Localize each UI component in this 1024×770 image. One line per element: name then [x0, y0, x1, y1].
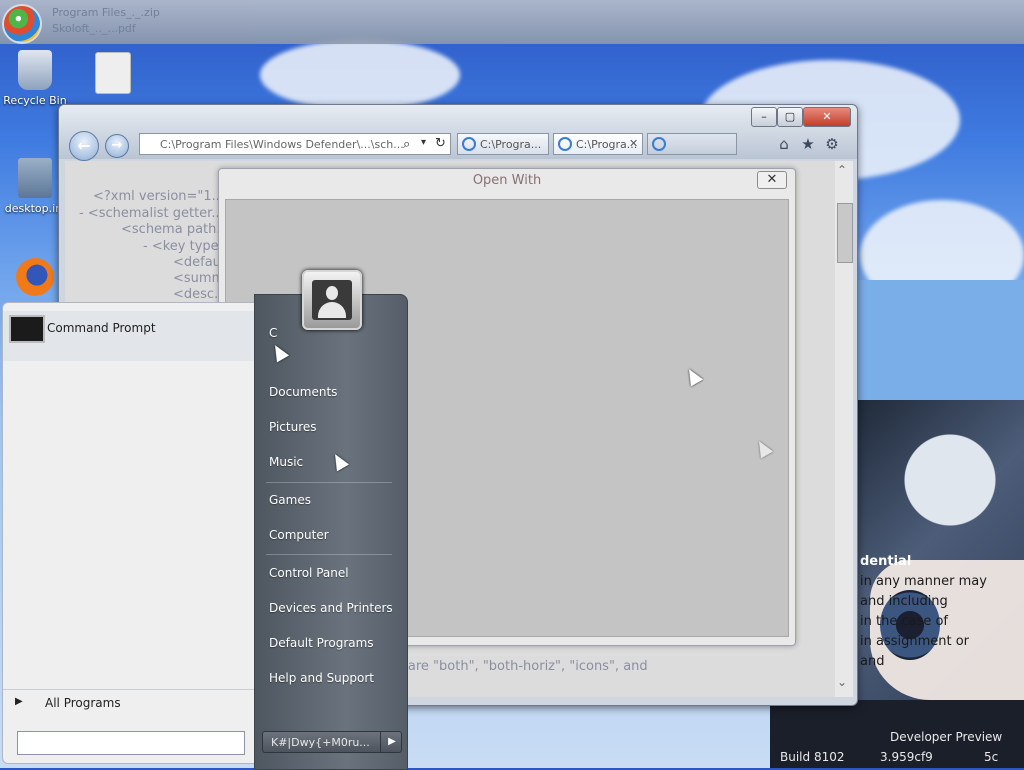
- close-button[interactable]: ✕: [803, 107, 851, 127]
- tab-label: C:\Progra...: [480, 138, 542, 151]
- maximize-button[interactable]: ▢: [777, 107, 803, 127]
- start-item-devices-printers[interactable]: Devices and Printers: [269, 601, 393, 615]
- recycle-bin-icon: [18, 50, 52, 90]
- xml-line: - <schemalist getter...: [79, 206, 224, 221]
- scrollbar-thumb[interactable]: [837, 203, 853, 263]
- taskbar-ghost: Program Files_._.zip Skoloft_.._...pdf: [0, 0, 1024, 44]
- user-icon-head: [326, 286, 338, 300]
- start-search-input[interactable]: [17, 731, 245, 755]
- start-item-command-prompt[interactable]: Command Prompt: [3, 311, 255, 361]
- start-item-documents[interactable]: Documents: [269, 385, 337, 399]
- ie-icon: [652, 137, 666, 151]
- chevron-down-icon[interactable]: ⌄: [837, 675, 847, 689]
- wallpaper-text-line: in any manner may: [860, 574, 987, 589]
- start-item-user[interactable]: C: [269, 326, 277, 340]
- arrow-right-icon: ▶: [15, 696, 23, 707]
- address-text: C:\Program Files\Windows Defender\...\sc…: [160, 138, 404, 151]
- user-icon-body: [318, 302, 346, 318]
- arrow-right-icon: →: [111, 138, 123, 153]
- desktop-icon-file[interactable]: [78, 52, 148, 98]
- dialog-close-button[interactable]: ✕: [757, 171, 787, 189]
- settings-file-icon: [18, 158, 52, 198]
- tab-close-icon[interactable]: ✕: [629, 137, 638, 150]
- start-menu-programs: Command Prompt ▶ All Programs: [2, 302, 256, 764]
- wallpaper-cloud: [260, 40, 460, 110]
- desktop-icon-label: Recycle Bin: [3, 94, 67, 107]
- start-item-computer[interactable]: Computer: [269, 528, 329, 542]
- start-item-pictures[interactable]: Pictures: [269, 420, 317, 434]
- start-item-control-panel[interactable]: Control Panel: [269, 566, 349, 580]
- chevron-right-icon: ▶: [388, 736, 396, 747]
- watermark-text: Build 8102: [780, 750, 845, 764]
- forward-button[interactable]: →: [105, 134, 129, 158]
- back-button[interactable]: ←: [69, 131, 99, 161]
- arrow-left-icon: ←: [77, 136, 91, 155]
- new-tab[interactable]: [647, 133, 737, 155]
- wallpaper-text-line: and including: [860, 594, 948, 609]
- watermark: Developer Preview 3.959cf9 Build 8102 5c: [770, 700, 1024, 768]
- command-prompt-icon: [9, 315, 45, 343]
- watermark-text: Developer Preview: [890, 730, 1003, 744]
- search-icon[interactable]: ⌕: [403, 137, 410, 152]
- refresh-icon[interactable]: ↻: [435, 136, 446, 151]
- avatar[interactable]: [302, 270, 362, 330]
- desktop-icon-label: desktop.ini: [4, 202, 66, 215]
- chevron-up-icon[interactable]: ⌃: [837, 163, 847, 177]
- favorites-icon[interactable]: ★: [799, 135, 817, 153]
- ie-icon: [462, 137, 476, 151]
- watermark-text: 3.959cf9: [880, 750, 933, 764]
- ghost-text: Program Files_._.zip: [52, 6, 160, 19]
- all-programs-button[interactable]: ▶ All Programs: [3, 689, 255, 720]
- ghost-text: Skoloft_.._...pdf: [52, 22, 136, 35]
- divider: [266, 554, 392, 555]
- home-icon[interactable]: ⌂: [775, 135, 793, 153]
- wallpaper-text-line: in the case of: [860, 614, 948, 629]
- dialog-title: Open With: [472, 173, 542, 188]
- dropdown-icon[interactable]: ▾: [421, 137, 426, 148]
- start-item-music[interactable]: Music: [269, 455, 303, 469]
- file-icon: [95, 52, 131, 94]
- browser-tab[interactable]: C:\Progra...: [457, 133, 549, 155]
- wallpaper-text-heading: dential: [860, 554, 912, 569]
- desktop-icon-recycle-bin[interactable]: Recycle Bin: [0, 50, 70, 107]
- start-orb[interactable]: [4, 6, 40, 42]
- wallpaper-text-line: and: [860, 654, 885, 669]
- user-icon: [312, 280, 352, 320]
- all-programs-label: All Programs: [45, 696, 121, 710]
- start-item-help-support[interactable]: Help and Support: [269, 671, 374, 685]
- wallpaper-text: dential in any manner may and including …: [860, 552, 1024, 672]
- watermark-text: 5c: [984, 750, 999, 764]
- wallpaper-text-line: in assignment or: [860, 634, 970, 649]
- ie-icon: [558, 137, 572, 151]
- firefox-icon: [16, 258, 54, 296]
- shutdown-options-button[interactable]: ▶: [380, 731, 403, 753]
- minimize-button[interactable]: –: [751, 107, 777, 127]
- start-item-games[interactable]: Games: [269, 493, 311, 507]
- start-item-default-programs[interactable]: Default Programs: [269, 636, 374, 650]
- start-item-label: Command Prompt: [47, 321, 156, 335]
- xml-line: <?xml version="1...: [93, 189, 225, 204]
- xml-line: <schema path...: [121, 222, 229, 237]
- divider: [266, 482, 392, 483]
- gear-icon[interactable]: ⚙: [823, 135, 841, 153]
